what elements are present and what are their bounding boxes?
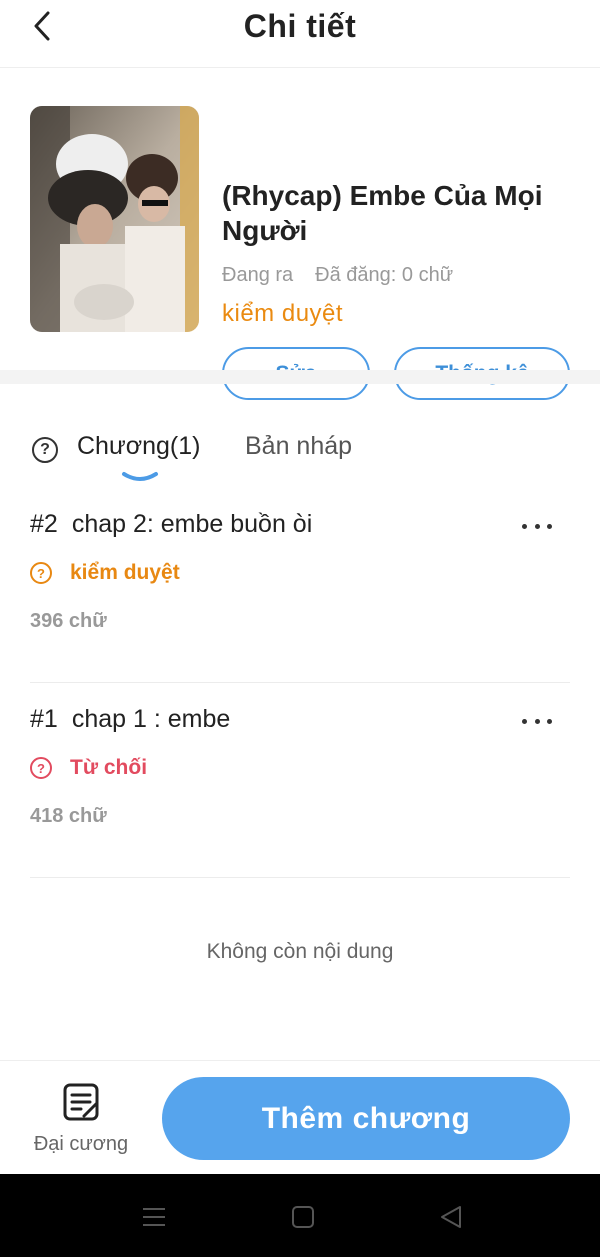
chapter-status: ? Từ chối: [30, 755, 147, 781]
outline-button[interactable]: Đại cương: [26, 1079, 136, 1159]
more-options-icon[interactable]: [522, 711, 552, 731]
story-publish-status: Đang ra: [222, 264, 294, 286]
chapter-number: #2: [30, 510, 58, 538]
chapter-status-label: kiểm duyệt: [70, 561, 180, 584]
chapter-item[interactable]: #1 chap 1 : embe ? Từ chối 418 chữ: [0, 683, 600, 878]
end-of-list-text: Không còn nội dung: [206, 940, 394, 963]
top-bar: Chi tiết: [0, 0, 600, 68]
menu-icon[interactable]: [139, 1202, 169, 1232]
chapter-word-count: 396 chữ: [30, 610, 107, 632]
tab-drafts[interactable]: Bản nháp: [245, 432, 352, 461]
story-review-status: kiểm duyệt: [222, 300, 344, 327]
more-options-icon[interactable]: [522, 516, 552, 536]
chapter-status: ? kiểm duyệt: [30, 560, 180, 586]
tab-chapters[interactable]: Chương(1): [77, 432, 200, 461]
add-chapter-button[interactable]: Thêm chương: [162, 1077, 570, 1160]
chapter-title: chap 2: embe buồn òi: [71, 510, 313, 538]
story-cover-image[interactable]: [30, 106, 199, 332]
chapter-tabs: ? Chương(1) Bản nháp: [0, 420, 600, 490]
story-title: (Rhycap) Embe Của Mọi Người: [222, 180, 543, 246]
home-icon[interactable]: [288, 1202, 318, 1232]
bottom-action-bar: Đại cương Thêm chương: [0, 1060, 600, 1174]
chapter-number: #1: [30, 705, 58, 733]
chapter-title: chap 1 : embe: [71, 705, 231, 733]
story-summary: (Rhycap) Embe Của Mọi Người Đang ra Đã đă…: [0, 68, 600, 400]
divider: [30, 877, 570, 878]
chapter-title-line: #2 chap 2: embe buồn òi: [30, 510, 312, 539]
active-tab-indicator: [122, 472, 158, 481]
document-icon: [63, 1083, 99, 1121]
back-triangle-icon[interactable]: [436, 1202, 466, 1232]
system-navigation-bar: [0, 1174, 600, 1257]
story-word-count: Đã đăng: 0 chữ: [315, 264, 454, 286]
chapter-title-line: #1 chap 1 : embe: [30, 705, 230, 734]
question-circle-icon: ?: [30, 562, 52, 584]
story-meta: Đang ra Đã đăng: 0 chữ: [222, 264, 453, 287]
section-divider: [0, 370, 600, 384]
chapter-status-label: Từ chối: [70, 756, 148, 779]
outline-label: Đại cương: [33, 1133, 129, 1155]
question-circle-icon[interactable]: ?: [32, 437, 58, 463]
page-title: Chi tiết: [243, 8, 357, 44]
chapter-item[interactable]: #2 chap 2: embe buồn òi ? kiểm duyệt 396 …: [0, 488, 600, 683]
question-circle-icon: ?: [30, 757, 52, 779]
chapter-word-count: 418 chữ: [30, 805, 107, 827]
